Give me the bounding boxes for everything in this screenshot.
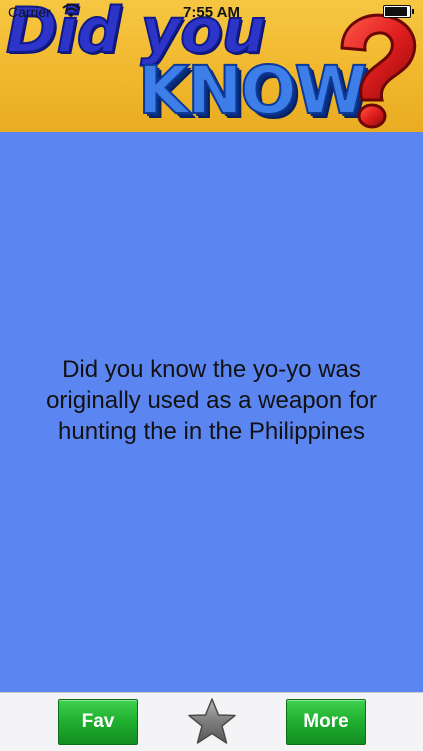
fact-panel: Did you know the yo-yo was originally us… bbox=[0, 132, 423, 692]
fav-button[interactable]: Fav bbox=[58, 699, 138, 745]
bottom-toolbar: Fav More bbox=[0, 692, 423, 751]
star-icon[interactable] bbox=[186, 697, 238, 747]
status-time: 7:55 AM bbox=[183, 4, 240, 21]
more-button[interactable]: More bbox=[286, 699, 366, 745]
fact-text: Did you know the yo-yo was originally us… bbox=[46, 355, 377, 445]
question-mark-icon bbox=[340, 13, 417, 129]
battery-icon bbox=[383, 5, 414, 18]
status-bar: Carrier 7:55 AM bbox=[0, 0, 423, 22]
